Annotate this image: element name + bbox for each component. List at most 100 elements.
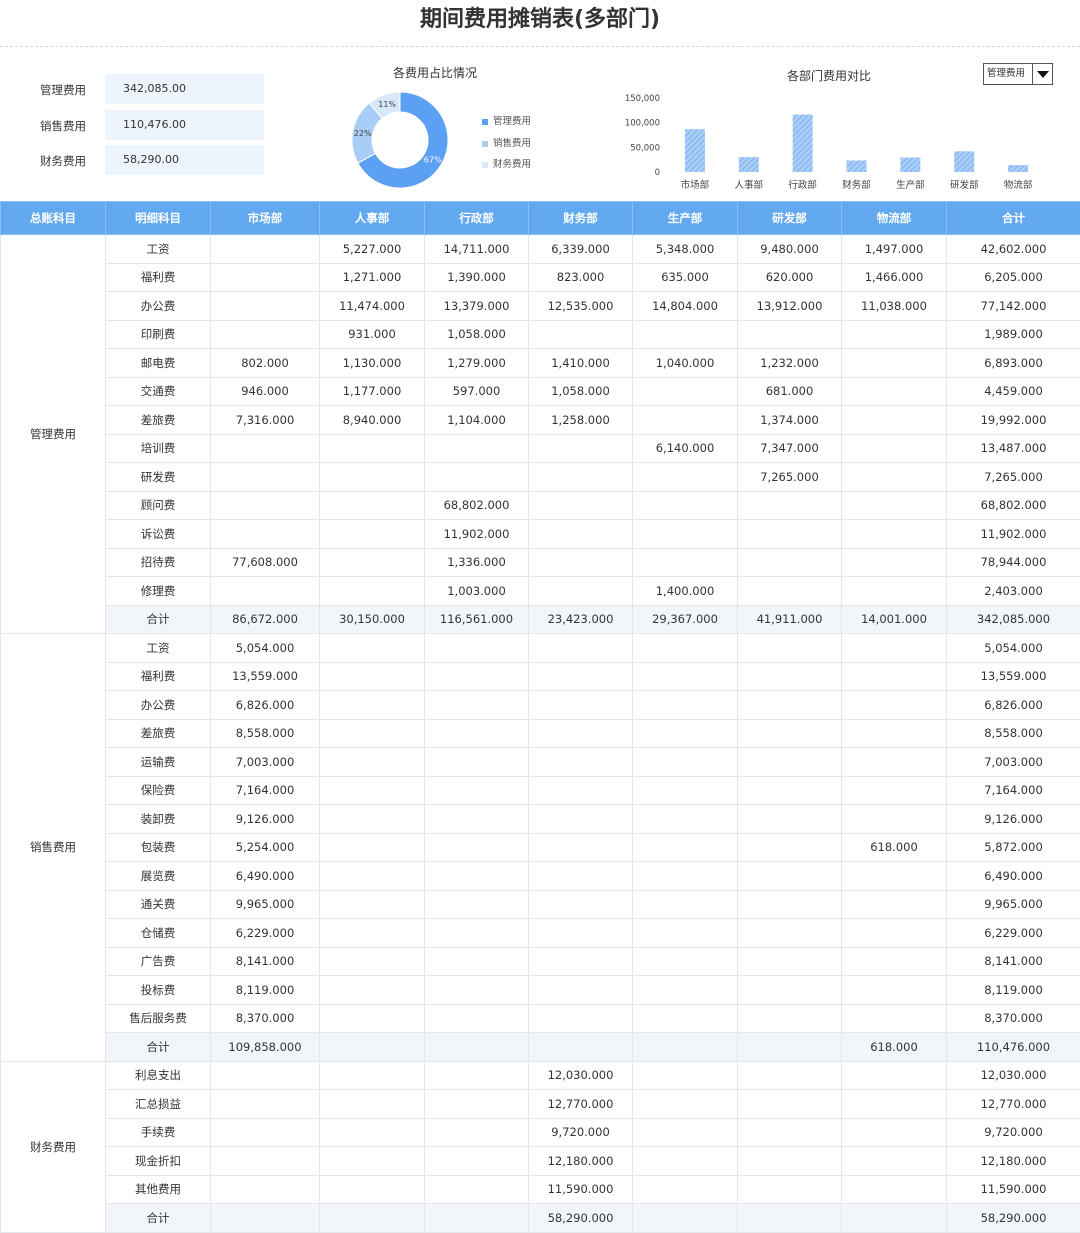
amount-cell: [737, 490, 842, 520]
table-row: 通关费 9,965.000 9,965.000: [1, 889, 1080, 919]
amount-cell: 8,370.000: [210, 1003, 320, 1033]
column-header: 明细科目: [105, 201, 211, 235]
amount-cell: [210, 319, 320, 349]
amount-cell: [424, 1146, 529, 1176]
table-row: 汇总损益 12,770.000 12,770.000: [1, 1089, 1080, 1119]
amount-cell: 13,559.000: [946, 661, 1080, 691]
subtotal-cell: 110,476.000: [946, 1032, 1080, 1062]
amount-cell: 620.000: [737, 262, 842, 292]
legend-item: 销售费用: [482, 135, 531, 149]
amount-cell: [737, 946, 842, 976]
kpi-value: 110,476.00: [105, 110, 264, 140]
kpi-label: 财务费用: [40, 154, 86, 168]
amount-cell: [632, 1146, 738, 1176]
amount-cell: [210, 1089, 320, 1119]
amount-cell: 597.000: [424, 376, 529, 406]
amount-cell: 11,590.000: [528, 1174, 633, 1204]
amount-cell: [632, 490, 738, 520]
amount-cell: 5,054.000: [210, 633, 320, 663]
amount-cell: 7,003.000: [210, 747, 320, 777]
amount-cell: 6,229.000: [210, 918, 320, 948]
amount-cell: 7,265.000: [946, 462, 1080, 492]
amount-cell: [424, 832, 529, 862]
amount-cell: 1,003.000: [424, 576, 529, 606]
amount-cell: [632, 519, 738, 549]
amount-cell: [737, 319, 842, 349]
amount-cell: [632, 405, 738, 435]
amount-cell: [841, 348, 947, 378]
amount-cell: 11,590.000: [946, 1174, 1080, 1204]
amount-cell: [319, 462, 425, 492]
expense-type-select[interactable]: 管理费用: [983, 63, 1053, 85]
amount-cell: 7,164.000: [946, 775, 1080, 805]
amount-cell: [841, 319, 947, 349]
amount-cell: 4,459.000: [946, 376, 1080, 406]
table-row: 邮电费 802.000 1,130.000 1,279.000 1,410.000 1,0…: [1, 348, 1080, 378]
detail-account-cell: 印刷费: [105, 319, 211, 349]
detail-account-cell: 诉讼费: [105, 519, 211, 549]
detail-account-cell: 福利费: [105, 262, 211, 292]
amount-cell: [632, 547, 738, 577]
amount-cell: [528, 889, 633, 919]
amount-cell: 7,265.000: [737, 462, 842, 492]
detail-account-cell: 招待费: [105, 547, 211, 577]
amount-cell: 12,180.000: [528, 1146, 633, 1176]
amount-cell: [841, 1174, 947, 1204]
amount-cell: [319, 718, 425, 748]
table-row: 其他费用 11,590.000 11,590.000: [1, 1174, 1080, 1204]
chevron-down-icon[interactable]: [1032, 64, 1052, 84]
amount-cell: [319, 690, 425, 720]
amount-cell: [424, 1003, 529, 1033]
amount-cell: 1,104.000: [424, 405, 529, 435]
kpi-value: 58,290.00: [105, 145, 264, 175]
x-tick-label: 市场部: [681, 179, 710, 191]
amount-cell: [841, 975, 947, 1005]
amount-cell: 13,379.000: [424, 291, 529, 321]
subtotal-cell: 116,561.000: [424, 604, 529, 634]
amount-cell: [737, 718, 842, 748]
amount-cell: [528, 832, 633, 862]
table-row: 仓储费 6,229.000 6,229.000: [1, 918, 1080, 948]
column-header: 人事部: [319, 201, 425, 235]
amount-cell: [841, 433, 947, 463]
amount-cell: [632, 975, 738, 1005]
amount-cell: 12,180.000: [946, 1146, 1080, 1176]
subtotal-label: 合计: [105, 1032, 211, 1062]
legend-item: 财务费用: [482, 156, 531, 170]
bar: [954, 151, 975, 172]
table-row: 销售费用 工资 5,054.000 5,054.000: [0, 633, 1080, 1062]
amount-cell: [841, 661, 947, 691]
amount-cell: 11,474.000: [319, 291, 425, 321]
amount-cell: 6,893.000: [946, 348, 1080, 378]
table-row: 展览费 6,490.000 6,490.000: [1, 861, 1080, 891]
amount-cell: 7,316.000: [210, 405, 320, 435]
amount-cell: 14,711.000: [424, 234, 529, 264]
amount-cell: 12,535.000: [528, 291, 633, 321]
select-value: 管理费用: [987, 68, 1026, 79]
amount-cell: 1,258.000: [528, 405, 633, 435]
column-header: 财务部: [528, 201, 633, 235]
amount-cell: [632, 319, 738, 349]
detail-account-cell: 福利费: [105, 661, 211, 691]
table-row: 手续费 9,720.000 9,720.000: [1, 1117, 1080, 1147]
amount-cell: [319, 1117, 425, 1147]
subtotal-cell: [424, 1032, 529, 1062]
subtotal-cell: 30,150.000: [319, 604, 425, 634]
amount-cell: 9,480.000: [737, 234, 842, 264]
amount-cell: 7,003.000: [946, 747, 1080, 777]
pie-chart-title: 各费用占比情况: [393, 66, 478, 80]
table-row: 招待费 77,608.000 1,336.000 78,944.000: [1, 547, 1080, 577]
amount-cell: 1,177.000: [319, 376, 425, 406]
amount-cell: 1,279.000: [424, 348, 529, 378]
amount-cell: 13,559.000: [210, 661, 320, 691]
amount-cell: [528, 576, 633, 606]
amount-cell: [528, 661, 633, 691]
amount-cell: [319, 490, 425, 520]
page-title: 期间费用摊销表(多部门): [0, 0, 1080, 47]
amount-cell: 1,410.000: [528, 348, 633, 378]
amount-cell: [632, 661, 738, 691]
amount-cell: [841, 1003, 947, 1033]
amount-cell: 1,989.000: [946, 319, 1080, 349]
amount-cell: [737, 1003, 842, 1033]
amount-cell: [841, 804, 947, 834]
